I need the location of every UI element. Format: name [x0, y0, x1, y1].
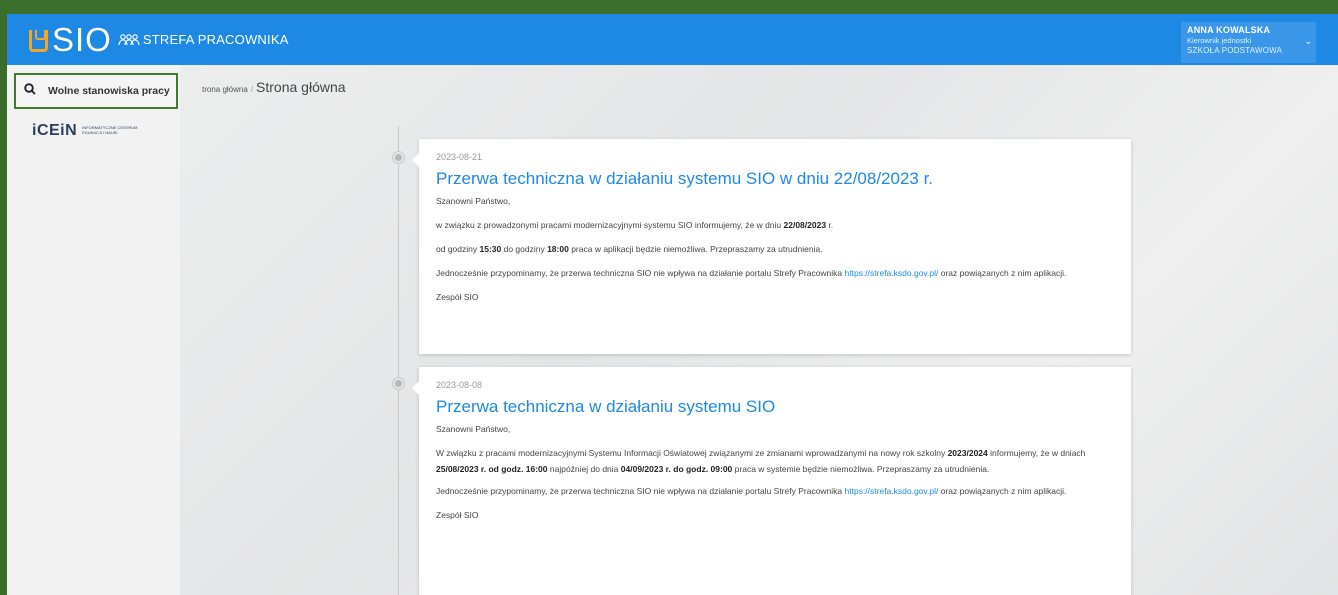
news-greeting: Szanowni Państwo,: [436, 424, 511, 434]
people-icon: [118, 33, 140, 47]
user-role: Kierownik jednostki: [1187, 36, 1252, 45]
timeline-dot: [393, 378, 404, 389]
timeline-line: [398, 126, 399, 595]
app-frame: SIO STREFA PRACOWNIKA ANNA KOWALSKA Kier…: [7, 14, 1338, 595]
breadcrumb-separator: /: [250, 85, 254, 94]
user-menu[interactable]: ANNA KOWALSKA Kierownik jednostki SZKOŁA…: [1181, 22, 1316, 63]
news-paragraph: Jednocześnie przypominamy, że przerwa te…: [436, 268, 1067, 278]
user-name: ANNA KOWALSKA: [1187, 25, 1271, 35]
news-paragraph: W związku z pracami modernizacyjnymi Sys…: [436, 448, 1086, 474]
sio-book-icon: [29, 29, 48, 52]
news-paragraph: w związku z prowadzonymi pracami moderni…: [436, 220, 834, 230]
top-header: SIO STREFA PRACOWNIKA ANNA KOWALSKA Kier…: [7, 14, 1338, 65]
breadcrumb-current: Strona główna: [256, 79, 346, 95]
news-title[interactable]: Przerwa techniczna w działaniu systemu S…: [436, 169, 1114, 189]
vacancies-button[interactable]: Wolne stanowiska pracy: [14, 73, 178, 109]
icein-subtitle: Informatyczne Centrum Edukacji i Nauki: [82, 125, 137, 136]
user-school: SZKOŁA PODSTAWOWA: [1187, 46, 1283, 55]
chevron-down-icon[interactable]: ⌄: [1304, 36, 1312, 47]
sio-logo[interactable]: SIO STREFA PRACOWNIKA: [29, 14, 289, 65]
icein-line2: Edukacji i Nauki: [82, 130, 118, 135]
timeline-dot: [393, 152, 404, 163]
breadcrumb: trona główna / Strona główna: [202, 79, 346, 95]
strefa-link[interactable]: https://strefa.ksdo.gov.pl/: [845, 268, 939, 278]
news-paragraph: od godziny 15:30 do godziny 18:00 praca …: [436, 244, 823, 254]
icein-word: iCEiN: [32, 122, 78, 139]
icein-logo[interactable]: iCEiN Informatyczne Centrum Edukacji i N…: [32, 122, 137, 140]
news-date: 2023-08-21: [436, 152, 483, 162]
news-signature: Zespół SIO: [436, 510, 479, 520]
strefa-link[interactable]: https://strefa.ksdo.gov.pl/: [845, 486, 939, 496]
logo-text: SIO: [52, 21, 112, 58]
vacancies-label: Wolne stanowiska pracy: [48, 85, 170, 97]
news-greeting: Szanowni Państwo,: [436, 196, 511, 206]
news-title[interactable]: Przerwa techniczna w działaniu systemu S…: [436, 397, 1114, 417]
main-content: trona główna / Strona główna 2023-08-21 …: [180, 65, 1338, 595]
app-subtitle: STREFA PRACOWNIKA: [142, 32, 289, 47]
news-date: 2023-08-08: [436, 380, 483, 390]
breadcrumb-home-link[interactable]: trona główna: [202, 85, 248, 94]
search-icon: [24, 82, 36, 100]
news-signature: Zespół SIO: [436, 292, 479, 302]
news-card: 2023-08-21 Przerwa techniczna w działani…: [412, 139, 1131, 354]
news-card: 2023-08-08 Przerwa techniczna w działani…: [412, 367, 1131, 595]
sidebar: Wolne stanowiska pracy iCEiN Informatycz…: [7, 65, 180, 595]
news-paragraph: Jednocześnie przypominamy, że przerwa te…: [436, 486, 1067, 496]
